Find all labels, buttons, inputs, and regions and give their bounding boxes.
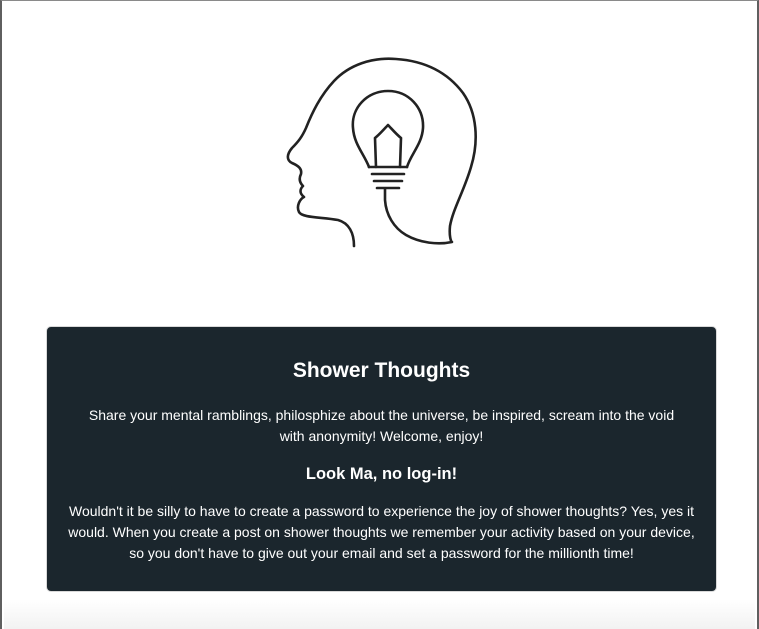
app-window: Shower Thoughts Share your mental rambli… (0, 0, 759, 629)
page-title: Shower Thoughts (292, 359, 471, 382)
body-text: Wouldn't it be silly to have to create a… (68, 503, 695, 561)
bulb-filament (373, 123, 403, 169)
bottom-shadow (4, 599, 755, 629)
bulb-glass (351, 89, 425, 169)
head-outline (286, 57, 477, 248)
head-lightbulb-icon (286, 57, 477, 248)
intro-text: Share your mental ramblings, philosphize… (88, 407, 675, 444)
section-heading: Look Ma, no log-in! (305, 465, 458, 483)
welcome-card: Shower Thoughts Share your mental rambli… (46, 326, 717, 592)
